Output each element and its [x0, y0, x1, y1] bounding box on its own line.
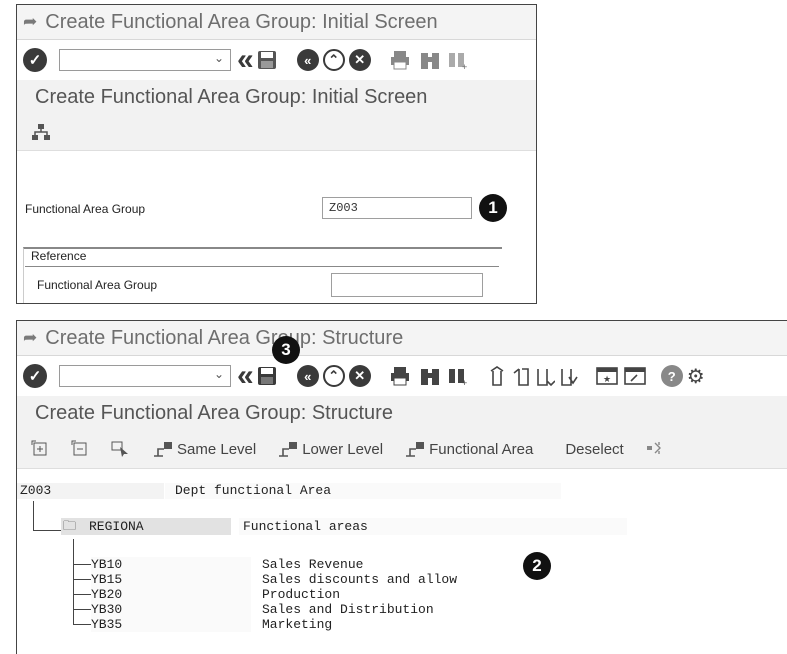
select-button[interactable]	[111, 440, 131, 458]
collapse-icon	[71, 440, 87, 456]
save-icon[interactable]	[257, 50, 277, 70]
window-title: Create Functional Area Group: Initial Sc…	[45, 10, 438, 33]
binoculars-icon[interactable]	[419, 49, 441, 71]
screen-title: Create Functional Area Group: Initial Sc…	[17, 80, 536, 114]
double-left-icon[interactable]: «	[237, 43, 254, 76]
create-session-icon[interactable]: ★	[595, 365, 619, 387]
window-title: Create Functional Area Group: Structure	[45, 326, 404, 349]
structure-window: ➦ Create Functional Area Group: Structur…	[16, 320, 787, 654]
tree-connector	[73, 579, 91, 580]
previous-page-icon[interactable]	[511, 365, 531, 387]
reference-group-label: Functional Area Group	[37, 278, 158, 292]
tree-leaf-code[interactable]: YB35	[91, 617, 122, 632]
divider	[25, 266, 499, 267]
tree-leaf-text: Marketing	[262, 617, 333, 632]
svg-text:+: +	[462, 378, 467, 387]
tree-leaf-text: Production	[262, 587, 341, 602]
svg-text:★: ★	[603, 374, 611, 384]
command-field[interactable]: ⌄	[59, 365, 231, 387]
tree-connector	[73, 624, 91, 625]
initial-screen-window: ➦ Create Functional Area Group: Initial …	[16, 4, 537, 304]
functional-area-button[interactable]: Functional Area	[405, 440, 533, 458]
tree-connector	[73, 594, 91, 595]
tree-node-text: Functional areas	[243, 519, 368, 534]
tree-root-code[interactable]: Z003	[20, 483, 51, 498]
lower-level-icon	[279, 442, 298, 457]
more-options-icon	[646, 442, 661, 454]
tree-leaf-text: Sales and Distribution	[262, 602, 434, 617]
print-icon[interactable]	[389, 365, 411, 387]
functional-area-group-input[interactable]: Z003	[322, 197, 472, 219]
tree-connector	[73, 564, 91, 565]
next-page-icon[interactable]	[535, 365, 555, 387]
window-title-bar: ➦ Create Functional Area Group: Structur…	[17, 321, 787, 356]
tree-leaf-text: Sales discounts and allow	[262, 572, 458, 587]
application-toolbar	[17, 114, 536, 151]
tree-connector	[73, 612, 74, 624]
tree-leaf-code[interactable]: YB20	[91, 587, 122, 602]
standard-toolbar: ✓ ⌄ « « ⌃ ✕ +	[17, 40, 536, 80]
tree-leaf-text: Sales Revenue	[262, 557, 364, 572]
tree-connector	[73, 539, 74, 612]
cursor-select-icon	[111, 441, 128, 457]
find-next-icon[interactable]: +	[447, 49, 469, 71]
binoculars-icon[interactable]	[419, 365, 441, 387]
help-icon[interactable]: ?	[660, 365, 683, 387]
screen-title: Create Functional Area Group: Structure	[17, 396, 787, 430]
more-button[interactable]	[646, 440, 664, 458]
tree-connector	[73, 609, 91, 610]
cancel-icon[interactable]: ✕	[348, 49, 371, 71]
deselect-button[interactable]: Deselect	[565, 441, 623, 458]
up-icon[interactable]: ⌃	[322, 365, 345, 387]
svg-text:+: +	[462, 62, 467, 71]
first-page-icon[interactable]	[487, 365, 507, 387]
cancel-icon[interactable]: ✕	[348, 365, 371, 387]
node-code-bg	[61, 518, 231, 535]
tree-connector	[33, 530, 61, 531]
expand-icon	[31, 440, 47, 456]
step-badge-2: 2	[523, 552, 551, 580]
tree-leaf-code[interactable]: YB10	[91, 557, 122, 572]
checkmark-icon[interactable]: ✓	[23, 364, 47, 388]
expand-subtree-button[interactable]	[31, 440, 49, 458]
window-title-bar: ➦ Create Functional Area Group: Initial …	[17, 5, 536, 40]
command-field[interactable]: ⌄	[59, 49, 231, 71]
reference-group-input[interactable]	[331, 273, 483, 297]
back-icon[interactable]: «	[296, 365, 319, 387]
checkmark-icon[interactable]: ✓	[23, 48, 47, 72]
tree-root-text: Dept functional Area	[175, 483, 332, 498]
collapse-subtree-button[interactable]	[71, 440, 89, 458]
step-badge-1: 1	[479, 194, 507, 222]
standard-toolbar: ✓ ⌄ « « ⌃ ✕ + ★ ? ⚙	[17, 356, 787, 396]
same-level-button[interactable]: Same Level	[153, 440, 256, 458]
tree-leaf-code[interactable]: YB15	[91, 572, 122, 587]
save-icon[interactable]	[257, 366, 277, 386]
functional-area-group-label: Functional Area Group	[25, 202, 146, 216]
chevron-down-icon[interactable]: ⌄	[214, 51, 224, 65]
settings-icon[interactable]: ⚙	[687, 364, 705, 389]
folder-icon[interactable]: 🗀	[63, 517, 76, 539]
tree-connector	[33, 501, 34, 531]
lower-level-button[interactable]: Lower Level	[278, 440, 383, 458]
tree-leaf-code[interactable]: YB30	[91, 602, 122, 617]
last-page-icon[interactable]	[559, 365, 579, 387]
generate-shortcut-icon[interactable]	[623, 365, 647, 387]
application-toolbar: Same Level Lower Level Functional Area D…	[17, 430, 787, 469]
double-left-icon[interactable]: «	[237, 359, 254, 392]
chevron-down-icon[interactable]: ⌄	[214, 367, 224, 381]
print-icon[interactable]	[389, 49, 411, 71]
find-next-icon[interactable]: +	[447, 365, 469, 387]
exit-icon[interactable]: ➦	[23, 328, 37, 348]
exit-icon[interactable]: ➦	[23, 12, 37, 32]
step-badge-3: 3	[272, 336, 300, 364]
back-icon[interactable]: «	[296, 49, 319, 71]
same-level-icon	[154, 442, 172, 457]
hierarchy-icon[interactable]	[31, 123, 51, 141]
up-icon[interactable]: ⌃	[322, 49, 345, 71]
tree-node-code[interactable]: REGIONA	[89, 519, 144, 534]
reference-title: Reference	[31, 249, 87, 263]
functional-area-icon	[406, 442, 425, 457]
